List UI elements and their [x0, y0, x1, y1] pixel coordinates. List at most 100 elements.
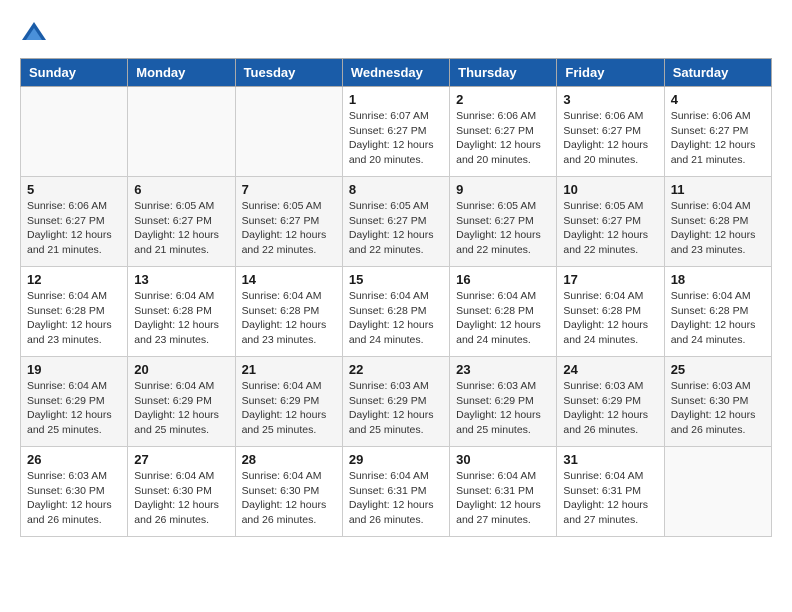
day-info: Sunrise: 6:03 AM Sunset: 6:30 PM Dayligh…: [671, 379, 765, 438]
day-number: 29: [349, 452, 443, 467]
calendar-cell: 24 Sunrise: 6:03 AM Sunset: 6:29 PM Dayli…: [557, 357, 664, 447]
calendar-cell: 8 Sunrise: 6:05 AM Sunset: 6:27 PM Daylig…: [342, 177, 449, 267]
day-info: Sunrise: 6:05 AM Sunset: 6:27 PM Dayligh…: [349, 199, 443, 258]
column-header-saturday: Saturday: [664, 59, 771, 87]
day-number: 9: [456, 182, 550, 197]
day-number: 26: [27, 452, 121, 467]
day-number: 7: [242, 182, 336, 197]
day-info: Sunrise: 6:05 AM Sunset: 6:27 PM Dayligh…: [242, 199, 336, 258]
calendar-cell: 16Sunrise: 6:04 AM Sunset: 6:28 PM Dayli…: [450, 267, 557, 357]
day-info: Sunrise: 6:05 AM Sunset: 6:27 PM Dayligh…: [563, 199, 657, 258]
day-number: 5: [27, 182, 121, 197]
calendar-cell: 31 Sunrise: 6:04 AM Sunset: 6:31 PM Dayli…: [557, 447, 664, 537]
day-info: Sunrise: 6:03 AM Sunset: 6:30 PM Dayligh…: [27, 469, 121, 528]
calendar-cell: 27Sunrise: 6:04 AM Sunset: 6:30 PM Dayli…: [128, 447, 235, 537]
day-number: 6: [134, 182, 228, 197]
day-info: Sunrise: 6:04 AM Sunset: 6:28 PM Dayligh…: [134, 289, 228, 348]
calendar-cell: 7 Sunrise: 6:05 AM Sunset: 6:27 PM Daylig…: [235, 177, 342, 267]
day-number: 1: [349, 92, 443, 107]
day-number: 15: [349, 272, 443, 287]
calendar-cell: 21Sunrise: 6:04 AM Sunset: 6:29 PM Dayli…: [235, 357, 342, 447]
day-info: Sunrise: 6:03 AM Sunset: 6:29 PM Dayligh…: [563, 379, 657, 438]
week-row-5: 26 Sunrise: 6:03 AM Sunset: 6:30 PM Dayli…: [21, 447, 772, 537]
calendar-cell: 25 Sunrise: 6:03 AM Sunset: 6:30 PM Dayli…: [664, 357, 771, 447]
logo-icon: [20, 20, 48, 48]
day-info: Sunrise: 6:06 AM Sunset: 6:27 PM Dayligh…: [27, 199, 121, 258]
calendar-cell: 28 Sunrise: 6:04 AM Sunset: 6:30 PM Dayli…: [235, 447, 342, 537]
calendar-cell: [664, 447, 771, 537]
calendar-cell: 11Sunrise: 6:04 AM Sunset: 6:28 PM Dayli…: [664, 177, 771, 267]
day-info: Sunrise: 6:04 AM Sunset: 6:29 PM Dayligh…: [27, 379, 121, 438]
day-info: Sunrise: 6:04 AM Sunset: 6:31 PM Dayligh…: [563, 469, 657, 528]
calendar-cell: 30 Sunrise: 6:04 AM Sunset: 6:31 PM Dayli…: [450, 447, 557, 537]
day-info: Sunrise: 6:04 AM Sunset: 6:30 PM Dayligh…: [242, 469, 336, 528]
column-header-friday: Friday: [557, 59, 664, 87]
header-row: SundayMondayTuesdayWednesdayThursdayFrid…: [21, 59, 772, 87]
day-info: Sunrise: 6:06 AM Sunset: 6:27 PM Dayligh…: [671, 109, 765, 168]
calendar-cell: 5 Sunrise: 6:06 AM Sunset: 6:27 PM Daylig…: [21, 177, 128, 267]
calendar-cell: 3 Sunrise: 6:06 AM Sunset: 6:27 PM Daylig…: [557, 87, 664, 177]
day-number: 4: [671, 92, 765, 107]
day-number: 8: [349, 182, 443, 197]
day-info: Sunrise: 6:03 AM Sunset: 6:29 PM Dayligh…: [456, 379, 550, 438]
calendar-cell: 15Sunrise: 6:04 AM Sunset: 6:28 PM Dayli…: [342, 267, 449, 357]
calendar-cell: 1 Sunrise: 6:07 AM Sunset: 6:27 PM Daylig…: [342, 87, 449, 177]
day-number: 27: [134, 452, 228, 467]
day-info: Sunrise: 6:04 AM Sunset: 6:28 PM Dayligh…: [671, 289, 765, 348]
day-info: Sunrise: 6:06 AM Sunset: 6:27 PM Dayligh…: [456, 109, 550, 168]
page-header: [20, 20, 772, 48]
day-number: 31: [563, 452, 657, 467]
column-header-monday: Monday: [128, 59, 235, 87]
calendar-cell: 6 Sunrise: 6:05 AM Sunset: 6:27 PM Daylig…: [128, 177, 235, 267]
day-info: Sunrise: 6:03 AM Sunset: 6:29 PM Dayligh…: [349, 379, 443, 438]
day-number: 12: [27, 272, 121, 287]
day-number: 22: [349, 362, 443, 377]
calendar-cell: 22 Sunrise: 6:03 AM Sunset: 6:29 PM Dayli…: [342, 357, 449, 447]
calendar-cell: [128, 87, 235, 177]
day-number: 17: [563, 272, 657, 287]
calendar-cell: 29 Sunrise: 6:04 AM Sunset: 6:31 PM Dayli…: [342, 447, 449, 537]
calendar-cell: 4 Sunrise: 6:06 AM Sunset: 6:27 PM Daylig…: [664, 87, 771, 177]
day-number: 3: [563, 92, 657, 107]
week-row-2: 5 Sunrise: 6:06 AM Sunset: 6:27 PM Daylig…: [21, 177, 772, 267]
calendar-table: SundayMondayTuesdayWednesdayThursdayFrid…: [20, 58, 772, 537]
day-number: 2: [456, 92, 550, 107]
day-number: 19: [27, 362, 121, 377]
day-info: Sunrise: 6:04 AM Sunset: 6:28 PM Dayligh…: [242, 289, 336, 348]
calendar-cell: 12 Sunrise: 6:04 AM Sunset: 6:28 PM Dayli…: [21, 267, 128, 357]
day-number: 10: [563, 182, 657, 197]
day-info: Sunrise: 6:04 AM Sunset: 6:31 PM Dayligh…: [456, 469, 550, 528]
calendar-cell: 20Sunrise: 6:04 AM Sunset: 6:29 PM Dayli…: [128, 357, 235, 447]
column-header-wednesday: Wednesday: [342, 59, 449, 87]
calendar-cell: [21, 87, 128, 177]
day-number: 30: [456, 452, 550, 467]
day-number: 25: [671, 362, 765, 377]
column-header-sunday: Sunday: [21, 59, 128, 87]
week-row-1: 1 Sunrise: 6:07 AM Sunset: 6:27 PM Daylig…: [21, 87, 772, 177]
logo: [20, 20, 52, 48]
day-info: Sunrise: 6:04 AM Sunset: 6:28 PM Dayligh…: [27, 289, 121, 348]
day-info: Sunrise: 6:04 AM Sunset: 6:28 PM Dayligh…: [671, 199, 765, 258]
day-number: 23: [456, 362, 550, 377]
day-info: Sunrise: 6:04 AM Sunset: 6:29 PM Dayligh…: [134, 379, 228, 438]
day-info: Sunrise: 6:04 AM Sunset: 6:28 PM Dayligh…: [563, 289, 657, 348]
day-number: 18: [671, 272, 765, 287]
calendar-cell: 23 Sunrise: 6:03 AM Sunset: 6:29 PM Dayli…: [450, 357, 557, 447]
calendar-cell: [235, 87, 342, 177]
day-info: Sunrise: 6:05 AM Sunset: 6:27 PM Dayligh…: [456, 199, 550, 258]
week-row-3: 12 Sunrise: 6:04 AM Sunset: 6:28 PM Dayli…: [21, 267, 772, 357]
day-info: Sunrise: 6:05 AM Sunset: 6:27 PM Dayligh…: [134, 199, 228, 258]
day-number: 14: [242, 272, 336, 287]
calendar-cell: 14 Sunrise: 6:04 AM Sunset: 6:28 PM Dayli…: [235, 267, 342, 357]
week-row-4: 19 Sunrise: 6:04 AM Sunset: 6:29 PM Dayli…: [21, 357, 772, 447]
day-info: Sunrise: 6:06 AM Sunset: 6:27 PM Dayligh…: [563, 109, 657, 168]
column-header-tuesday: Tuesday: [235, 59, 342, 87]
calendar-cell: 19 Sunrise: 6:04 AM Sunset: 6:29 PM Dayli…: [21, 357, 128, 447]
day-number: 24: [563, 362, 657, 377]
day-number: 16: [456, 272, 550, 287]
calendar-cell: 10 Sunrise: 6:05 AM Sunset: 6:27 PM Dayli…: [557, 177, 664, 267]
calendar-cell: 17 Sunrise: 6:04 AM Sunset: 6:28 PM Dayli…: [557, 267, 664, 357]
day-info: Sunrise: 6:07 AM Sunset: 6:27 PM Dayligh…: [349, 109, 443, 168]
day-number: 28: [242, 452, 336, 467]
day-info: Sunrise: 6:04 AM Sunset: 6:31 PM Dayligh…: [349, 469, 443, 528]
